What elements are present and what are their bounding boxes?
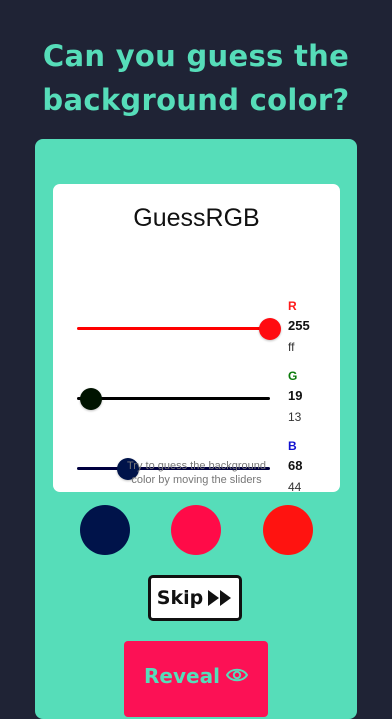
swatch-option-3[interactable] xyxy=(263,505,313,555)
green-slider-track[interactable] xyxy=(77,397,270,400)
reveal-button[interactable]: Reveal xyxy=(124,641,268,717)
card-title: GuessRGB xyxy=(133,204,260,232)
green-slider-thumb[interactable] xyxy=(80,388,103,410)
swatch-option-1[interactable] xyxy=(80,505,130,555)
skip-label: Skip xyxy=(156,587,204,609)
headline: Can you guess the background color? xyxy=(0,34,392,122)
rgb-card: GuessRGB R 255 ff G 19 13 B 68 44 Try to… xyxy=(53,184,340,494)
game-panel: GuessRGB R 255 ff G 19 13 B 68 44 Try to… xyxy=(35,139,357,719)
green-value: 19 xyxy=(288,388,303,403)
red-value: 255 xyxy=(288,318,310,333)
headline-line-1: Can you guess the xyxy=(42,39,350,73)
hint-text: Try to guess the background color by mov… xyxy=(53,459,340,487)
hint-line-1: Try to guess the background xyxy=(126,460,266,472)
hint-line-2: color by moving the sliders xyxy=(131,474,262,486)
green-channel-label: G xyxy=(288,369,298,383)
red-channel-label: R xyxy=(288,299,297,313)
red-hex: ff xyxy=(288,340,295,354)
eye-icon xyxy=(225,667,248,683)
green-hex: 13 xyxy=(288,410,302,424)
fast-forward-icon xyxy=(207,589,233,607)
reveal-label: Reveal xyxy=(144,664,220,688)
red-slider-thumb[interactable] xyxy=(259,318,281,340)
blue-channel-label: B xyxy=(288,439,297,453)
skip-button[interactable]: Skip xyxy=(148,575,242,621)
headline-line-2: background color? xyxy=(42,83,350,117)
slider-row-green: G 19 13 xyxy=(53,369,340,429)
slider-row-red: R 255 ff xyxy=(53,299,340,359)
swatch-option-2[interactable] xyxy=(171,505,221,555)
red-slider-track[interactable] xyxy=(77,327,270,330)
